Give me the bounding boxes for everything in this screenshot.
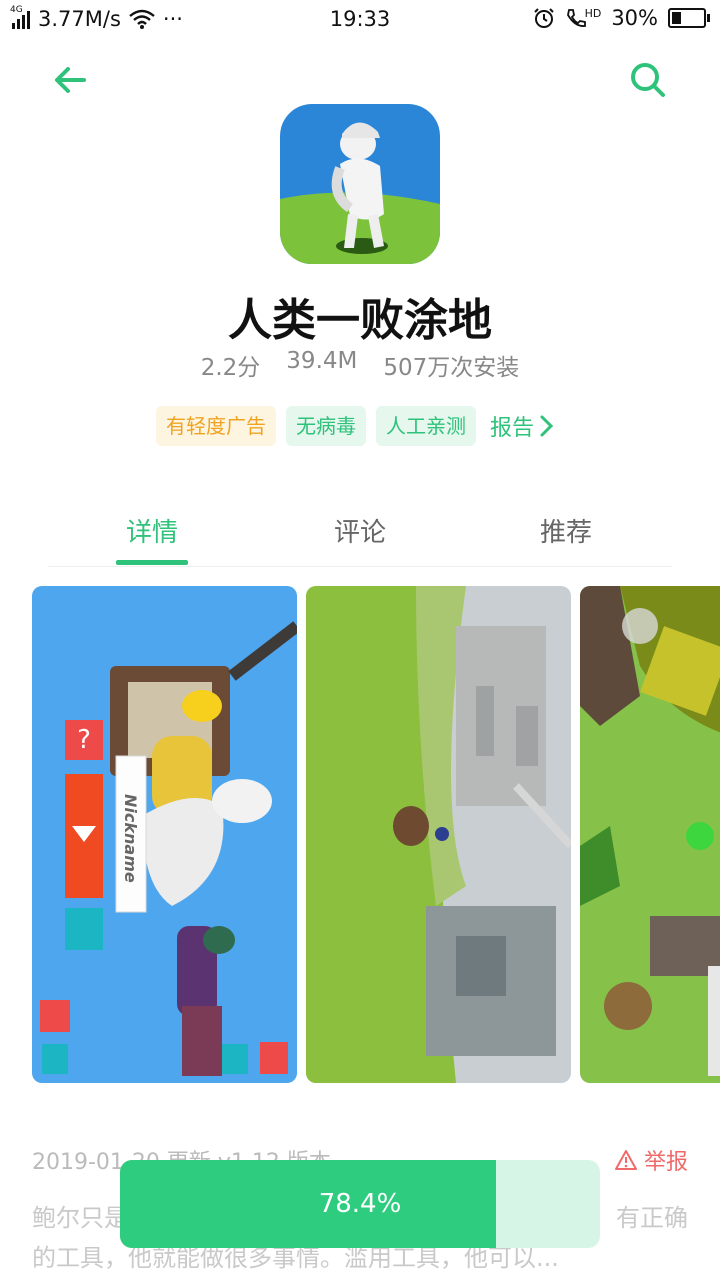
screenshot-2[interactable]	[306, 586, 571, 1083]
screenshot-1[interactable]: ? Nickname	[32, 586, 297, 1083]
download-progress-text: 78.4%	[318, 1189, 402, 1219]
back-button[interactable]	[48, 58, 92, 102]
app-meta: 2.2分 39.4M 507万次安装	[0, 348, 720, 382]
status-bar: 4G 3.77M/s ··· 19:33 HD 30%	[0, 0, 720, 40]
report-link[interactable]: 报告	[490, 410, 554, 442]
tag-manually-tested: 人工亲测	[376, 406, 476, 446]
search-icon	[631, 63, 665, 97]
tab-comments[interactable]: 评论	[334, 512, 386, 549]
nickname-label: Nickname	[121, 794, 140, 883]
app-installs: 507万次安装	[383, 355, 520, 381]
description-line-1-end: 有正确	[616, 1204, 688, 1232]
app-title: 人类一败涂地	[228, 295, 492, 346]
report-button[interactable]: 举报	[614, 1144, 688, 1176]
svg-text:?: ?	[77, 725, 91, 755]
tag-row: 有轻度广告 无病毒 人工亲测 报告	[156, 406, 554, 446]
tab-details[interactable]: 详情	[126, 512, 178, 549]
tab-recommend[interactable]: 推荐	[540, 512, 592, 549]
description-line-1-start: 鲍尔只是	[32, 1204, 128, 1232]
chevron-right-icon	[540, 415, 554, 437]
battery-percent: 30%	[611, 6, 658, 30]
search-button[interactable]	[626, 58, 670, 102]
back-arrow-icon	[55, 67, 86, 93]
tag-ads: 有轻度广告	[156, 406, 276, 446]
screenshot-3[interactable]	[580, 586, 720, 1083]
download-progress-button[interactable]: 78.4%	[120, 1160, 600, 1248]
battery-icon	[668, 8, 710, 28]
alarm-icon	[533, 8, 554, 28]
tag-virus-free: 无病毒	[286, 406, 366, 446]
hd-call-icon: HD	[565, 7, 601, 29]
tab-bar: 详情 评论 推荐	[48, 500, 672, 567]
app-rating: 2.2分	[200, 355, 261, 381]
app-size: 39.4M	[286, 348, 358, 374]
report-label: 举报	[643, 1150, 688, 1175]
app-icon	[280, 104, 440, 264]
warning-icon	[614, 1150, 637, 1170]
report-link-label: 报告	[490, 416, 535, 441]
active-tab-indicator	[116, 560, 188, 565]
